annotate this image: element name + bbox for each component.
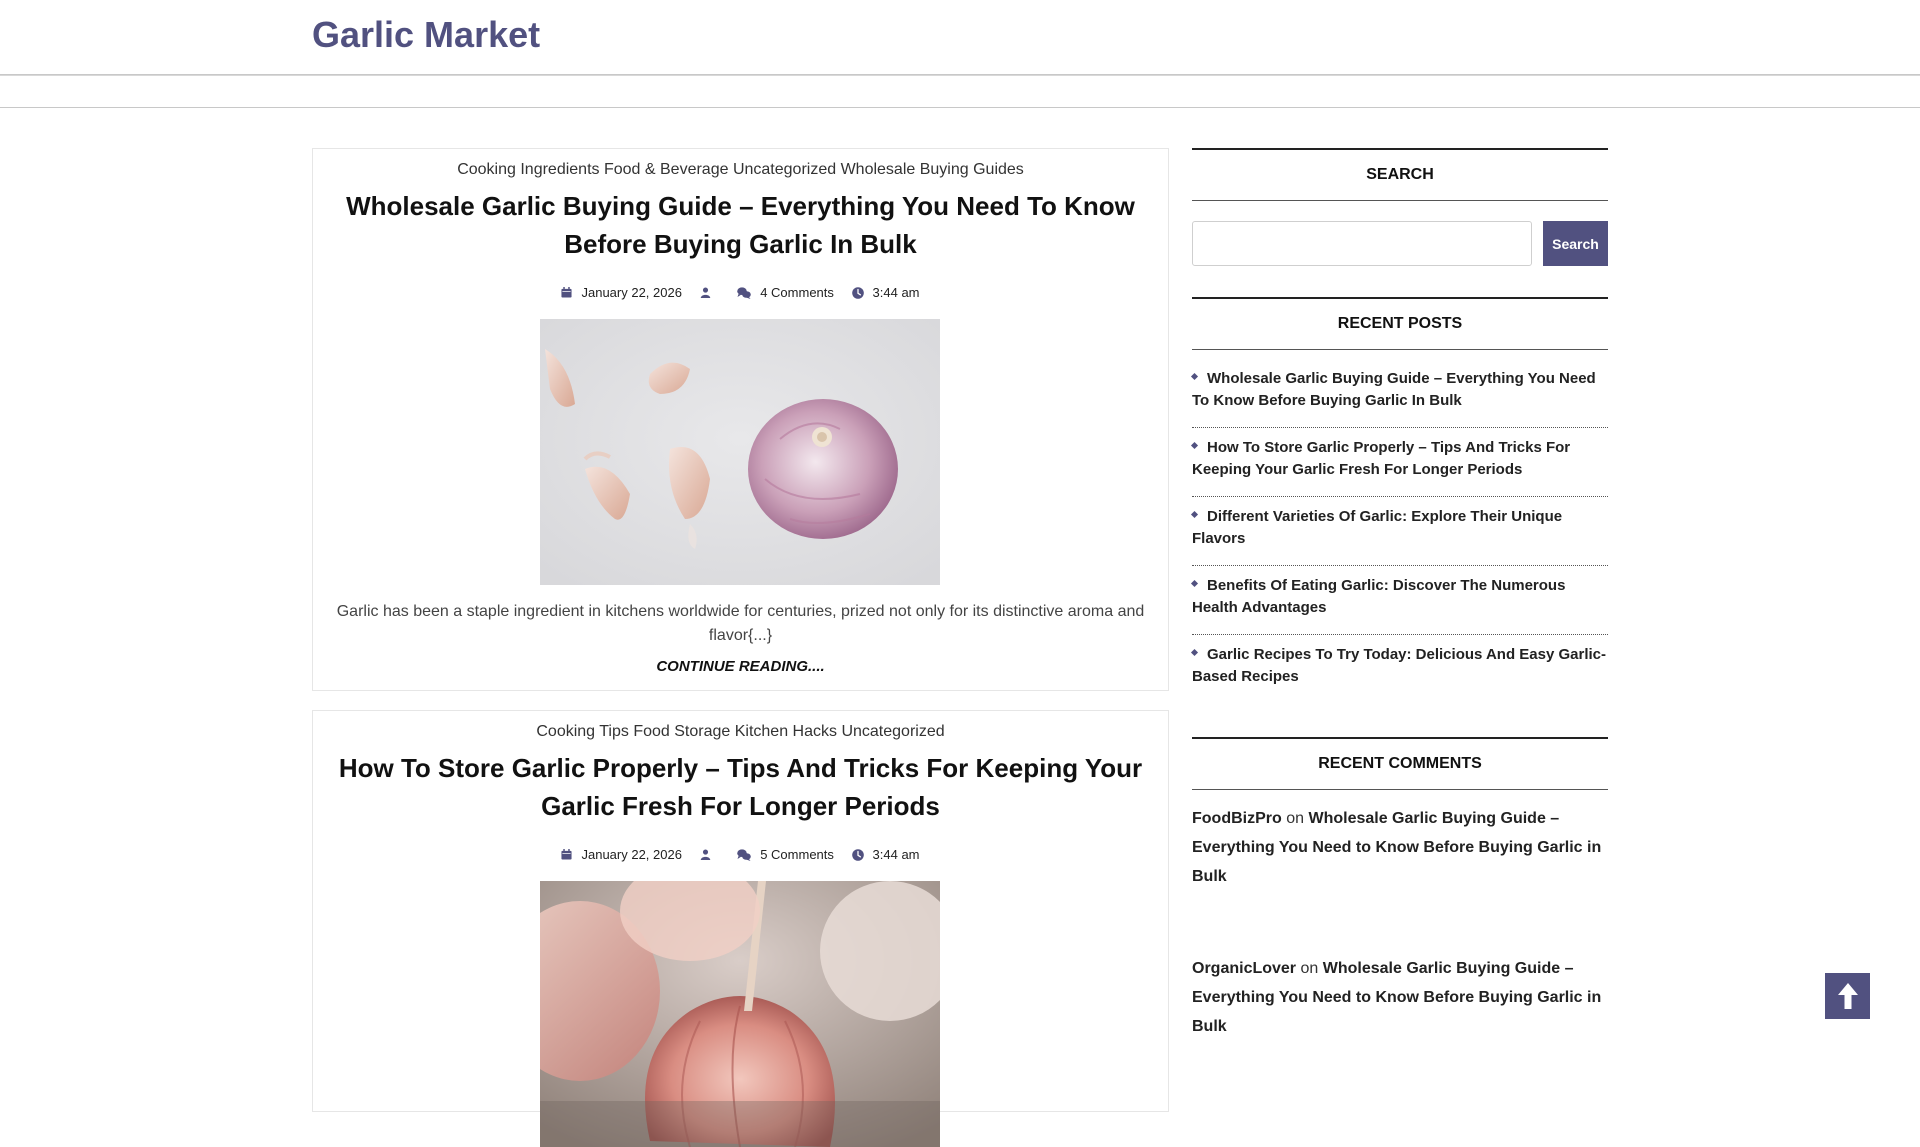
comment-on-text: on: [1300, 960, 1319, 977]
recent-post-link[interactable]: Garlic Recipes To Try Today: Delicious A…: [1192, 644, 1608, 688]
recent-post-link[interactable]: Different Varieties Of Garlic: Explore T…: [1192, 506, 1608, 550]
recent-post-link[interactable]: Benefits Of Eating Garlic: Discover The …: [1192, 575, 1608, 619]
recent-posts-title: RECENT POSTS: [1192, 297, 1608, 350]
recent-post-link[interactable]: Wholesale Garlic Buying Guide – Everythi…: [1192, 368, 1608, 412]
clock-icon: [851, 286, 864, 299]
clock-icon: [851, 848, 864, 861]
post-card: Cooking Tips Food Storage Kitchen Hacks …: [312, 710, 1169, 1147]
post-date-text[interactable]: January 22, 2026: [581, 847, 681, 862]
comments-icon: [737, 848, 752, 861]
list-item: Different Varieties Of Garlic: Explore T…: [1190, 498, 1608, 566]
post-comments: 5 Comments: [737, 847, 834, 862]
post-meta: January 22, 2026 5 Comments 3:44 am: [313, 846, 1168, 862]
post-date: January 22, 2026: [561, 285, 682, 300]
category-link[interactable]: Cooking Ingredients: [457, 161, 599, 178]
category-link[interactable]: Uncategorized: [733, 161, 836, 178]
category-link[interactable]: Cooking Tips: [536, 723, 629, 740]
post-title[interactable]: How To Store Garlic Properly – Tips And …: [333, 749, 1148, 825]
category-link[interactable]: Kitchen Hacks: [735, 723, 837, 740]
list-item: Wholesale Garlic Buying Guide – Everythi…: [1190, 360, 1608, 428]
post-time-text: 3:44 am: [872, 847, 920, 863]
post-title[interactable]: Wholesale Garlic Buying Guide – Everythi…: [333, 187, 1148, 263]
post-excerpt: Garlic has been a staple ingredient in k…: [336, 603, 1145, 644]
post-time-text: 3:44 am: [872, 285, 920, 301]
comment-author[interactable]: OrganicLover: [1192, 960, 1296, 977]
user-icon[interactable]: [700, 287, 711, 299]
category-link[interactable]: Food Storage: [633, 723, 730, 740]
post-thumbnail[interactable]: [540, 881, 940, 1147]
post-time: 3:44 am: [851, 847, 920, 863]
category-link[interactable]: Food & Beverage: [604, 161, 729, 178]
site-header: Garlic Market: [0, 0, 1920, 75]
post-comments-text[interactable]: 5 Comments: [760, 847, 834, 862]
list-item: How To Store Garlic Properly – Tips And …: [1190, 429, 1608, 497]
comment-author[interactable]: FoodBizPro: [1192, 810, 1282, 827]
recent-post-link[interactable]: How To Store Garlic Properly – Tips And …: [1192, 437, 1608, 481]
main-navigation: [0, 75, 1920, 108]
comment-on-text: on: [1286, 810, 1305, 827]
comments-icon: [737, 286, 752, 299]
list-item: Garlic Recipes To Try Today: Delicious A…: [1190, 636, 1608, 703]
site-title[interactable]: Garlic Market: [312, 14, 540, 56]
user-icon[interactable]: [700, 849, 711, 861]
post-categories: Cooking Tips Food Storage Kitchen Hacks …: [313, 723, 1168, 741]
post-categories: Cooking Ingredients Food & Beverage Unca…: [313, 161, 1168, 179]
list-item: Benefits Of Eating Garlic: Discover The …: [1190, 567, 1608, 635]
recent-comment: OrganicLover on Wholesale Garlic Buying …: [1192, 954, 1608, 1041]
post-comments-text[interactable]: 4 Comments: [760, 285, 834, 300]
arrow-up-icon: [1837, 983, 1858, 1009]
search-widget-title: SEARCH: [1192, 148, 1608, 201]
recent-comments-title: RECENT COMMENTS: [1192, 737, 1608, 790]
post-card: Cooking Ingredients Food & Beverage Unca…: [312, 148, 1169, 691]
post-comments: 4 Comments: [737, 285, 834, 300]
recent-comment: FoodBizPro on Wholesale Garlic Buying Gu…: [1192, 804, 1608, 891]
calendar-icon: [561, 849, 573, 860]
post-thumbnail[interactable]: [540, 319, 940, 585]
recent-posts-list: Wholesale Garlic Buying Guide – Everythi…: [1190, 360, 1608, 704]
scroll-to-top-button[interactable]: [1825, 973, 1870, 1019]
search-input[interactable]: [1192, 221, 1532, 266]
post-author: [700, 849, 720, 861]
category-link[interactable]: Wholesale Buying Guides: [841, 161, 1024, 178]
category-link[interactable]: Uncategorized: [841, 723, 944, 740]
post-time: 3:44 am: [851, 285, 920, 301]
post-date: January 22, 2026: [561, 847, 682, 862]
calendar-icon: [561, 287, 573, 298]
search-button[interactable]: Search: [1543, 221, 1608, 266]
post-meta: January 22, 2026 4 Comments 3:44 am: [313, 284, 1168, 300]
post-date-text[interactable]: January 22, 2026: [581, 285, 681, 300]
continue-reading-link[interactable]: CONTINUE READING....: [313, 658, 1168, 675]
post-author: [700, 287, 720, 299]
